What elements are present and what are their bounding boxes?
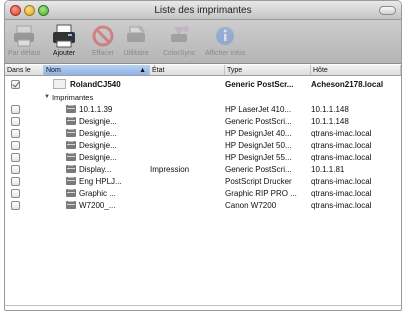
in-menu-checkbox[interactable] [11,176,20,186]
table-row[interactable]: RolandCJ540 Generic PostScr... Acheson21… [5,77,401,91]
default-label: Par défaut [8,50,41,57]
info-button[interactable]: Afficher infos [205,23,245,57]
printer-host: qtrans-imac.local [311,176,372,186]
printer-state: Impression [150,164,190,174]
in-menu-checkbox[interactable] [11,200,20,210]
colorsync-icon [166,23,192,49]
printer-type: HP DesignJet 55... [225,152,292,162]
printer-name: Eng HPLJ... [79,176,122,186]
printer-host: qtrans-imac.local [311,128,372,138]
toolbar: Par défaut Ajouter Effacer Utilitaire Co… [5,20,401,64]
printer-type: HP DesignJet 50... [225,140,292,150]
in-menu-checkbox[interactable] [11,128,20,138]
add-button[interactable]: Ajouter [51,23,77,57]
table-row[interactable]: Designje... HP DesignJet 40... qtrans-imac… [5,127,401,139]
printer-name: Display... [79,164,112,174]
printer-icon [66,116,76,125]
table-row[interactable]: Eng HPLJ... PostScript Drucker qtrans-imac… [5,175,401,187]
printer-name: Designje... [79,128,117,138]
printer-name: RolandCJ540 [70,79,121,89]
utility-button[interactable]: Utilitaire [123,23,149,57]
in-menu-checkbox[interactable] [11,164,20,174]
colorsync-button[interactable]: ColorSync [163,23,195,57]
printer-type: Canon W7200 [225,200,277,210]
table-row[interactable]: Designje... Generic PostScri... 10.1.1.148 [5,115,401,127]
table-row[interactable]: W7200_... Canon W7200 qtrans-imac.local [5,199,401,211]
printer-default-icon [11,23,37,49]
printer-host: qtrans-imac.local [311,152,372,162]
info-icon [212,23,238,49]
in-menu-checkbox[interactable] [11,188,20,198]
printer-type: HP LaserJet 410... [225,104,292,114]
table-header: Dans le Nom ▲ État Type Hôte [5,65,401,76]
printer-name: 10.1.1.39 [79,104,113,114]
column-type[interactable]: Type [225,65,311,75]
group-row[interactable]: ▼ Imprimantes [5,91,401,103]
disclosure-triangle-icon[interactable]: ▼ [44,94,50,100]
bottom-divider [5,305,401,306]
printer-type: HP DesignJet 40... [225,128,292,138]
in-menu-checkbox[interactable] [11,79,20,89]
default-button[interactable]: Par défaut [8,23,40,57]
column-host[interactable]: Hôte [311,65,401,75]
printer-host: Acheson2178.local [311,79,384,89]
printer-icon [66,140,76,149]
table-row[interactable]: 10.1.1.39 HP LaserJet 410... 10.1.1.148 [5,103,401,115]
sort-ascending-icon: ▲ [139,67,146,74]
printer-list-window: Liste des imprimantes Par défaut Ajouter… [4,0,402,311]
printer-type: Generic PostScri... [225,116,292,126]
in-menu-checkbox[interactable] [11,104,20,114]
group-label: Imprimantes [51,92,94,102]
delete-label: Effacer [91,50,115,57]
printer-icon [53,79,66,89]
column-name-label: Nom [46,67,61,74]
delete-icon [90,23,116,49]
printer-host: 10.1.1.148 [311,104,349,114]
printer-name: Designje... [79,152,117,162]
printer-add-icon [51,23,77,49]
info-label: Afficher infos [205,50,246,57]
printer-type: Generic PostScr... [225,79,294,89]
table-row[interactable]: Display... Impression Generic PostScri... 1… [5,163,401,175]
printer-host: qtrans-imac.local [311,140,372,150]
printer-type: Graphic RIP PRO ... [225,188,297,198]
in-menu-checkbox[interactable] [11,152,20,162]
printer-type: PostScript Drucker [225,176,292,186]
printer-icon [66,200,76,209]
printer-utility-icon [123,23,149,49]
printer-host: 10.1.1.148 [311,116,349,126]
printer-host: 10.1.1.81 [311,164,345,174]
delete-button[interactable]: Effacer [90,23,116,57]
toolbar-toggle-button[interactable] [379,6,396,15]
column-name[interactable]: Nom ▲ [44,65,150,75]
add-label: Ajouter [52,50,76,57]
table-row[interactable]: Graphic ... Graphic RIP PRO ... qtrans-ima… [5,187,401,199]
colorsync-label: ColorSync [163,50,196,57]
in-menu-checkbox[interactable] [11,140,20,150]
printer-icon [66,176,76,185]
printer-host: qtrans-imac.local [311,188,372,198]
printer-icon [66,104,76,113]
utility-label: Utilitaire [123,50,149,57]
column-state[interactable]: État [150,65,225,75]
printer-icon [66,188,76,197]
printer-icon [66,128,76,137]
printer-icon [66,164,76,173]
table-row[interactable]: Designje... HP DesignJet 55... qtrans-imac… [5,151,401,163]
window-title: Liste des imprimantes [154,5,252,16]
in-menu-checkbox[interactable] [11,116,20,126]
title-bar: Liste des imprimantes [5,1,401,20]
table-row[interactable]: Designje... HP DesignJet 50... qtrans-imac… [5,139,401,151]
printer-name: Graphic ... [79,188,116,198]
printer-type: Generic PostScri... [225,164,292,174]
printer-rows: 10.1.1.39 HP LaserJet 410... 10.1.1.148 Des… [5,103,401,211]
printer-icon [66,152,76,161]
printer-name: Designje... [79,116,117,126]
printer-table: Dans le Nom ▲ État Type Hôte RolandCJ540… [5,65,401,310]
printer-name: W7200_... [79,200,116,210]
printer-name: Designje... [79,140,117,150]
printer-host: qtrans-imac.local [311,200,372,210]
column-in-menu[interactable]: Dans le [5,65,44,75]
table-body: RolandCJ540 Generic PostScr... Acheson21… [5,77,401,211]
